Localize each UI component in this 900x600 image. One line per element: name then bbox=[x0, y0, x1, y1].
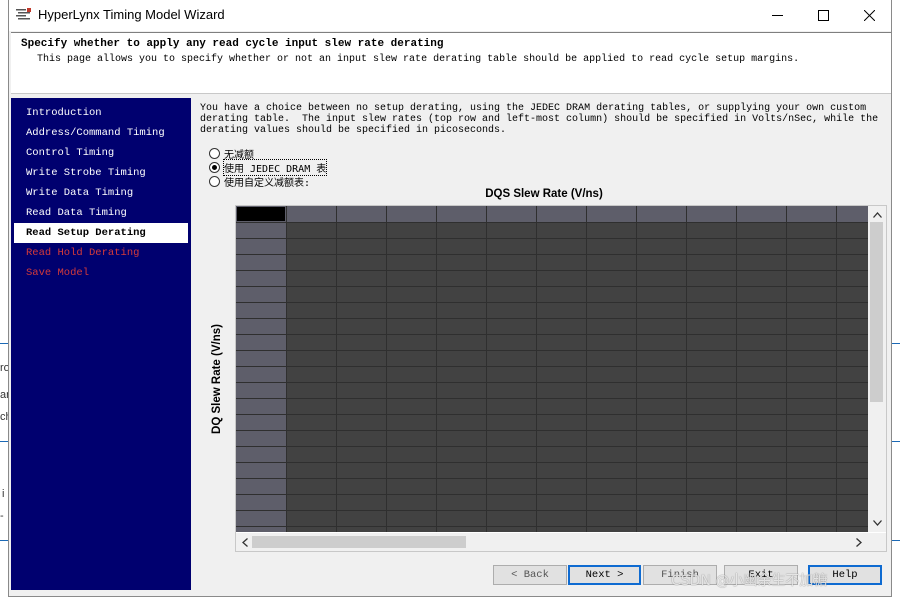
close-button[interactable] bbox=[846, 0, 892, 31]
grid-row-line bbox=[236, 398, 868, 399]
description-text: You have a choice between no setup derat… bbox=[200, 103, 890, 136]
grid-row-line bbox=[236, 494, 868, 495]
sidebar-item-write-strobe-timing[interactable]: Write Strobe Timing bbox=[14, 163, 188, 183]
sidebar-item-address-command-timing[interactable]: Address/Command Timing bbox=[14, 123, 188, 143]
page-title: Specify whether to apply any read cycle … bbox=[21, 38, 444, 50]
maximize-icon bbox=[817, 10, 829, 21]
radio-button-selected[interactable] bbox=[209, 161, 220, 173]
option-label: 使用自定义减额表: bbox=[224, 177, 311, 189]
scroll-right-arrow[interactable] bbox=[852, 535, 866, 549]
column-axis-title: DQS Slew Rate (V/ns) bbox=[485, 188, 603, 200]
derating-grid[interactable] bbox=[236, 206, 868, 532]
grid-row-line bbox=[236, 350, 868, 351]
option-no-derating[interactable]: 无减额 bbox=[209, 146, 254, 161]
option-label: 无减额 bbox=[224, 149, 254, 161]
grid-row-line bbox=[236, 478, 868, 479]
next-button[interactable]: Next > bbox=[568, 565, 641, 585]
grid-corner-cell[interactable] bbox=[237, 207, 285, 221]
grid-row-line bbox=[236, 238, 868, 239]
vertical-scroll-thumb[interactable] bbox=[870, 222, 883, 402]
scrollbar-corner bbox=[868, 533, 886, 551]
grid-row-line bbox=[236, 510, 868, 511]
background-divider bbox=[892, 441, 900, 442]
vertical-scrollbar[interactable] bbox=[868, 206, 886, 532]
minimize-icon bbox=[771, 15, 783, 16]
sidebar-item-read-data-timing[interactable]: Read Data Timing bbox=[14, 203, 188, 223]
horizontal-scrollbar[interactable] bbox=[236, 533, 868, 551]
derating-table[interactable] bbox=[235, 205, 887, 552]
row-axis-title: DQ Slew Rate (V/ns) bbox=[211, 324, 223, 434]
grid-row-line bbox=[236, 302, 868, 303]
grid-row-line bbox=[236, 462, 868, 463]
page-header: Specify whether to apply any read cycle … bbox=[11, 32, 891, 94]
grid-row-line bbox=[236, 318, 868, 319]
sidebar-item-read-setup-derating[interactable]: Read Setup Derating bbox=[14, 223, 188, 243]
grid-row-line bbox=[236, 526, 868, 527]
close-icon bbox=[863, 10, 875, 21]
chevron-up-icon bbox=[872, 212, 882, 218]
window-title: HyperLynx Timing Model Wizard bbox=[38, 7, 225, 22]
page-subtitle: This page allows you to specify whether … bbox=[37, 54, 800, 65]
background-text: i bbox=[2, 488, 5, 500]
horizontal-scroll-thumb[interactable] bbox=[252, 536, 466, 548]
chevron-down-icon bbox=[872, 520, 882, 526]
grid-row-line bbox=[236, 366, 868, 367]
sidebar-item-control-timing[interactable]: Control Timing bbox=[14, 143, 188, 163]
title-bar[interactable]: HyperLynx Timing Model Wizard bbox=[9, 0, 891, 31]
background-divider bbox=[892, 540, 900, 541]
grid-row-line bbox=[236, 334, 868, 335]
sidebar-item-write-data-timing[interactable]: Write Data Timing bbox=[14, 183, 188, 203]
app-icon bbox=[16, 8, 31, 20]
main-content: You have a choice between no setup derat… bbox=[195, 98, 893, 590]
grid-row-line bbox=[236, 414, 868, 415]
wizard-steps-sidebar: Introduction Address/Command Timing Cont… bbox=[11, 98, 191, 590]
grid-row-line bbox=[236, 430, 868, 431]
option-custom-table[interactable]: 使用自定义减额表: bbox=[209, 174, 311, 189]
chevron-left-icon bbox=[242, 537, 248, 547]
grid-row-line bbox=[236, 222, 868, 223]
background-text: - bbox=[0, 510, 4, 522]
minimize-button[interactable] bbox=[754, 0, 800, 31]
radio-button[interactable] bbox=[209, 147, 220, 159]
radio-button[interactable] bbox=[209, 175, 220, 187]
description-line: derating table. The input slew rates (to… bbox=[200, 114, 879, 125]
sidebar-item-introduction[interactable]: Introduction bbox=[14, 103, 188, 123]
scroll-left-arrow[interactable] bbox=[238, 535, 252, 549]
background-divider bbox=[892, 343, 900, 344]
grid-row-line bbox=[236, 286, 868, 287]
option-jedec-table[interactable]: 使用 JEDEC DRAM 表 bbox=[209, 158, 328, 176]
back-button[interactable]: < Back bbox=[493, 565, 567, 585]
description-line: derating values should be specified in p… bbox=[200, 125, 507, 136]
wizard-window: HyperLynx Timing Model Wizard Specify wh… bbox=[8, 0, 892, 597]
scroll-down-arrow[interactable] bbox=[870, 516, 884, 530]
watermark: CSDN @小幽余生不加糖 bbox=[671, 573, 828, 589]
grid-row-line bbox=[236, 382, 868, 383]
grid-row-line bbox=[236, 446, 868, 447]
description-line: You have a choice between no setup derat… bbox=[200, 103, 867, 114]
option-label: 使用 JEDEC DRAM 表 bbox=[222, 158, 328, 176]
grid-row-line bbox=[236, 254, 868, 255]
grid-row-line bbox=[236, 270, 868, 271]
sidebar-item-save-model: Save Model bbox=[26, 267, 90, 279]
scroll-up-arrow[interactable] bbox=[870, 208, 884, 222]
chevron-right-icon bbox=[856, 537, 862, 547]
column-header-row[interactable] bbox=[236, 206, 868, 222]
sidebar-item-read-hold-derating: Read Hold Derating bbox=[26, 247, 140, 259]
maximize-button[interactable] bbox=[800, 0, 846, 31]
